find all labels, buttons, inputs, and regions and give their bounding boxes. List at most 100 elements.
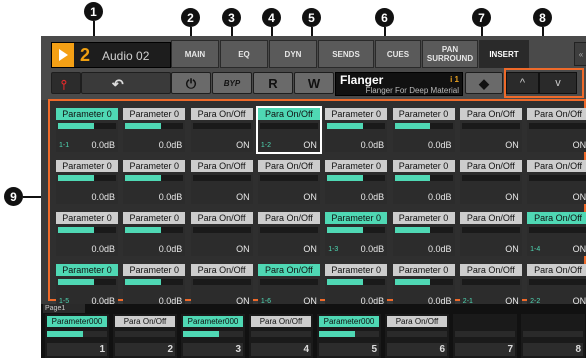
parameter-cell[interactable]: Parameter 0 0.0dB [392, 160, 455, 204]
parameter-name: Parameter 0 [56, 264, 118, 276]
knob-slot[interactable]: Para On/Off 4 [249, 314, 313, 358]
parameter-cell[interactable]: Para On/Off ON [459, 212, 522, 256]
parameter-bar [192, 279, 251, 285]
parameter-cell[interactable]: Parameter 0 0.0dB [392, 108, 455, 152]
knob-number: 3 [235, 344, 241, 355]
parameter-cell[interactable]: Parameter 0 0.0dB [123, 264, 186, 308]
parameter-cell[interactable]: Parameter 0 1-1 0.0dB [56, 108, 118, 152]
parameter-cell[interactable]: Para On/Off ON [257, 212, 320, 256]
parameter-cell[interactable]: Parameter 0 0.0dB [325, 160, 388, 204]
parameter-cell[interactable]: Para On/Off ON [190, 160, 253, 204]
knob-slot[interactable]: Parameter000 3 [181, 314, 245, 358]
bypass-button[interactable]: BYP [212, 72, 252, 94]
parameter-name: Para On/Off [459, 108, 522, 120]
parameter-bar [58, 123, 116, 129]
tab-dyn[interactable]: DYN [269, 40, 317, 68]
tab-pan-surround[interactable]: PAN SURROUND [422, 40, 478, 68]
parameter-cell[interactable]: Parameter 0 0.0dB [123, 108, 186, 152]
page-label[interactable]: Page1 [43, 304, 85, 313]
parameter-cell[interactable]: Parameter 0 0.0dB [56, 160, 118, 204]
parameter-cell[interactable]: Parameter 0 0.0dB [325, 108, 388, 152]
parameter-cell[interactable]: Para On/Off 2-2 ON [527, 264, 586, 308]
parameter-name: Para On/Off [190, 264, 253, 276]
parameter-cell[interactable]: Para On/Off ON [190, 108, 253, 152]
parameter-cell[interactable]: Para On/Off ON [527, 160, 586, 204]
parameter-bar [529, 175, 586, 181]
parameter-value: 0.0dB [360, 192, 385, 202]
parameter-cell[interactable]: Parameter 0 0.0dB [123, 212, 186, 256]
parameter-bar [327, 279, 386, 285]
parameter-cell[interactable]: Para On/Off 1-4 ON [527, 212, 586, 256]
parameter-value: ON [505, 140, 519, 150]
page-down-button[interactable]: v [539, 72, 577, 94]
automation-read-button[interactable]: R [253, 72, 293, 94]
parameter-value: 0.0dB [91, 244, 115, 254]
parameter-cell[interactable]: Parameter 0 0.0dB [123, 160, 186, 204]
parameter-value: 0.0dB [360, 140, 385, 150]
parameter-name: Parameter 0 [325, 264, 388, 276]
parameter-cell[interactable]: Para On/Off 2-1 ON [459, 264, 522, 308]
panel-menu-button[interactable]: « [574, 42, 586, 66]
parameter-cell[interactable]: Para On/Off ON [190, 212, 253, 256]
tab-cues[interactable]: CUES [375, 40, 421, 68]
parameter-cell[interactable]: Para On/Off ON [527, 108, 586, 152]
knob-slot[interactable]: 8 [521, 314, 585, 358]
plugin-editor-button[interactable]: ◆ [465, 72, 503, 94]
insert-power-button[interactable]: ⏻ [171, 72, 211, 94]
parameter-bar [125, 175, 184, 181]
knob-number: 4 [303, 344, 309, 355]
parameter-name: Para On/Off [190, 108, 253, 120]
parameter-cell[interactable]: Parameter 0 1-3 0.0dB [325, 212, 388, 256]
parameter-value: 0.0dB [158, 192, 183, 202]
tab-eq[interactable]: EQ [220, 40, 268, 68]
parameter-name: Parameter 0 [392, 264, 455, 276]
write-label: W [307, 76, 321, 91]
parameter-value: ON [303, 192, 317, 202]
track-selector[interactable]: 2 Audio 02 [51, 42, 171, 68]
parameter-name: Parameter 0 [392, 160, 455, 172]
parameter-bar-fill [58, 227, 94, 233]
knob-bar [455, 331, 515, 337]
knob-footer [387, 343, 447, 356]
parameter-name: Parameter 0 [325, 160, 388, 172]
knob-footer [251, 343, 311, 356]
knob-slot[interactable]: 7 [453, 314, 517, 358]
power-icon: ⏻ [185, 76, 197, 91]
automation-write-button[interactable]: W [294, 72, 334, 94]
parameter-cell[interactable]: Para On/Off 1-2 ON [255, 106, 322, 154]
parameter-cell[interactable]: Parameter 0 0.0dB [392, 264, 455, 308]
tab-main[interactable]: MAIN [171, 40, 219, 68]
parameter-cell[interactable]: Parameter 0 0.0dB [56, 212, 118, 256]
callout-7: 7 [472, 8, 491, 27]
knob-slot[interactable]: Parameter000 1 [45, 314, 109, 358]
parameter-name: Parameter 0 [325, 108, 388, 120]
parameter-bar [259, 175, 318, 181]
parameter-cell[interactable]: Parameter 0 0.0dB [392, 212, 455, 256]
tab-sends[interactable]: SENDS [318, 40, 374, 68]
parameter-cell[interactable]: Para On/Off ON [257, 160, 320, 204]
knob-slot[interactable]: Para On/Off 6 [385, 314, 449, 358]
tab-insert[interactable]: INSERT [479, 40, 529, 68]
parameter-bar-fill [125, 279, 162, 285]
parameter-cell[interactable]: Para On/Off ON [459, 108, 522, 152]
parameter-value: ON [236, 192, 250, 202]
parameter-bar [394, 227, 453, 233]
knob-slot[interactable]: Parameter000 5 [317, 314, 381, 358]
parameter-cell[interactable]: Para On/Off ON [190, 264, 253, 308]
knob-number: 5 [371, 344, 377, 355]
callout-5: 5 [302, 8, 321, 27]
parameter-cell[interactable]: Para On/Off ON [459, 160, 522, 204]
insert-select-button[interactable]: ⫯ [51, 72, 81, 94]
page-up-button[interactable]: ^ [506, 72, 539, 94]
knob-slot[interactable]: Para On/Off 2 [113, 314, 177, 358]
knob-bar [115, 331, 175, 337]
parameter-bar [529, 123, 586, 129]
parameter-value: 0.0dB [91, 192, 115, 202]
parameter-cell[interactable]: Para On/Off 1-6 ON [257, 264, 320, 308]
undo-button[interactable]: ↶ [81, 72, 171, 94]
parameter-assign-index: 1-3 [328, 246, 339, 253]
parameter-cell[interactable]: Parameter 0 0.0dB [325, 264, 388, 308]
parameter-cell[interactable]: Parameter 0 1-5 0.0dB [56, 264, 118, 308]
knob-footer [523, 343, 583, 356]
knob-bar [387, 331, 447, 337]
